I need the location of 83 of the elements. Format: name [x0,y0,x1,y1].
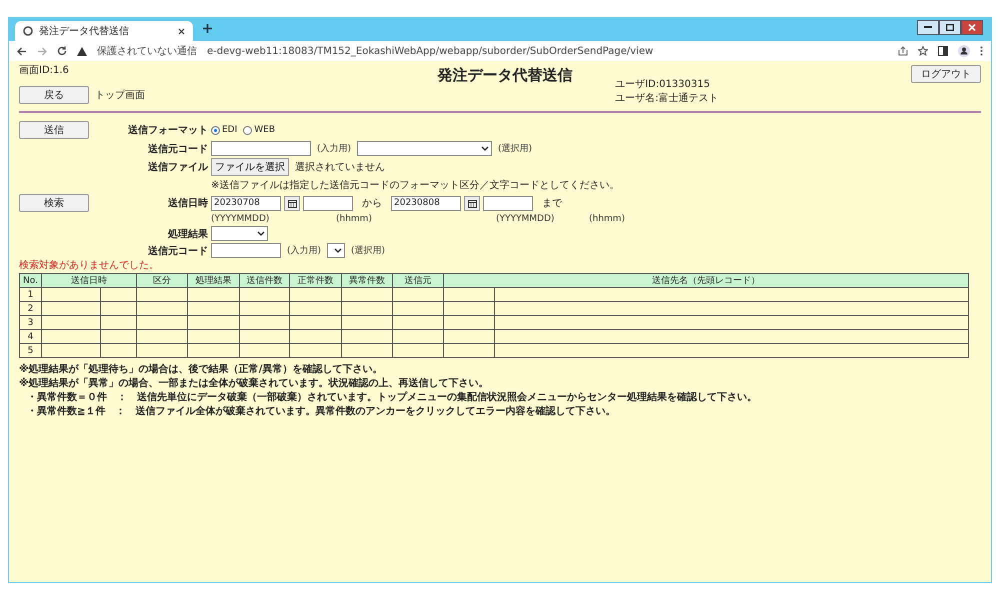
input-hint: (入力用) [317,142,352,155]
format-hint: (hhmm) [589,214,626,224]
user-name: ユーザ名:富士通テスト [615,92,718,105]
field-label: 送信元コード [147,244,209,258]
close-icon [968,24,976,31]
globe-icon [23,26,33,36]
radio-button[interactable] [211,126,220,134]
column-header: 正常件数 [290,274,342,288]
column-header: 送信元 [392,274,444,288]
date-from-input[interactable]: 20230708 [211,196,281,210]
column-header: 送信件数 [240,274,290,288]
format-hint: (YYYYMMDD) [496,214,556,224]
source-code-input[interactable] [211,243,281,258]
back-button[interactable]: 戻る [19,86,89,104]
field-label: 送信フォーマット [127,124,209,137]
reload-icon[interactable] [57,46,67,56]
tab-title: 発注データ代替送信 [39,24,130,38]
close-button[interactable] [961,20,983,35]
calendar-icon [468,198,476,208]
send-button[interactable]: 送信 [19,121,89,139]
field-label: 送信ファイル [147,160,210,174]
column-header: 送信先名（先頭レコード） [444,274,968,288]
file-status: 選択されていません [295,161,385,174]
column-header: 異常件数 [342,274,392,288]
logout-button[interactable]: ログアウト [910,65,981,83]
row-number: 3 [20,316,42,330]
select-hint: (選択用) [498,142,532,155]
close-icon[interactable] [178,28,185,34]
maximize-button[interactable] [939,20,961,35]
profile-icon[interactable] [958,45,970,57]
choose-file-button[interactable]: ファイルを選択 [211,158,289,176]
address-url[interactable]: e-devg-web11:18083/TM152_EokashiWebApp/webapp/suborder/SubOrderSendPage/view [207,46,654,56]
radio-button[interactable] [243,126,252,134]
column-header: 区分 [136,274,188,288]
row-number: 2 [20,302,42,316]
url-warning: 保護されていない通信 [97,44,197,58]
calendar-icon [288,198,296,208]
note-text: ※処理結果が「処理待ち」の場合は、後で結果（正常/異常）を確認して下さい。 [19,362,384,376]
search-button[interactable]: 検索 [19,194,89,212]
minimize-button[interactable] [917,20,939,35]
maximize-icon [946,24,954,31]
field-label: 送信元コード [147,142,209,156]
row-number: 4 [20,330,42,344]
row-number: 1 [20,288,42,302]
source-code-input[interactable] [211,141,311,156]
radio-label: EDI [222,125,238,135]
calendar-button[interactable] [464,196,480,210]
field-label: 処理結果 [166,228,209,240]
format-hint: (YYYYMMDD) [211,214,270,224]
share-icon[interactable] [898,46,908,56]
warning-icon [77,46,87,56]
input-hint: (入力用) [287,244,322,257]
side-panel-icon[interactable] [938,46,948,56]
calendar-button[interactable] [284,196,300,210]
radio-label: WEB [254,125,276,135]
menu-icon[interactable] [980,46,983,56]
user-id: ユーザID:01330315 [615,78,711,91]
browser-tab[interactable]: 発注データ代替送信 [15,21,193,41]
row-number: 5 [20,344,42,358]
file-note: ※送信ファイルは指定した送信元コードのフォーマット区分／文字コードとしてください。 [211,178,620,192]
star-icon[interactable] [918,46,928,56]
range-word: から [362,197,382,210]
note-text: ・異常件数＝０件 ： 送信先単位にデータ破棄（一部破棄）されています。トップメニューの集配信状況照会メニューからセンター処理結果を確認して下さい。 [26,390,758,404]
column-header: 処理結果 [188,274,240,288]
time-from-input[interactable] [303,196,353,210]
error-message: 検索対象がありませんでした。 [19,258,160,272]
column-header: No. [20,274,42,288]
select-hint: (選択用) [351,244,386,257]
note-text: ※処理結果が「異常」の場合、一部または全体が破棄されています。状況確認の上、再送信して下さい。 [19,376,490,390]
field-label: 送信日時 [167,196,209,210]
format-hint: (hhmm) [336,214,373,224]
note-text: ・異常件数≧１件 ： 送信ファイル全体が破棄されています。異常件数のアンカーをクリックしてエラー内容を確認して下さい。 [26,404,616,418]
back-arrow-icon[interactable] [17,46,27,56]
range-word: まで [542,197,562,210]
screen-id: 画面ID:1.6 [19,64,70,77]
result-select[interactable] [211,226,268,241]
date-to-input[interactable]: 20230808 [391,196,461,210]
source-code-select[interactable] [327,243,346,258]
time-to-input[interactable] [483,196,533,210]
page-title: 発注データ代替送信 [438,66,573,85]
column-header: 送信日時 [42,274,136,288]
back-destination: トップ画面 [95,88,145,102]
minimize-icon [924,26,932,29]
